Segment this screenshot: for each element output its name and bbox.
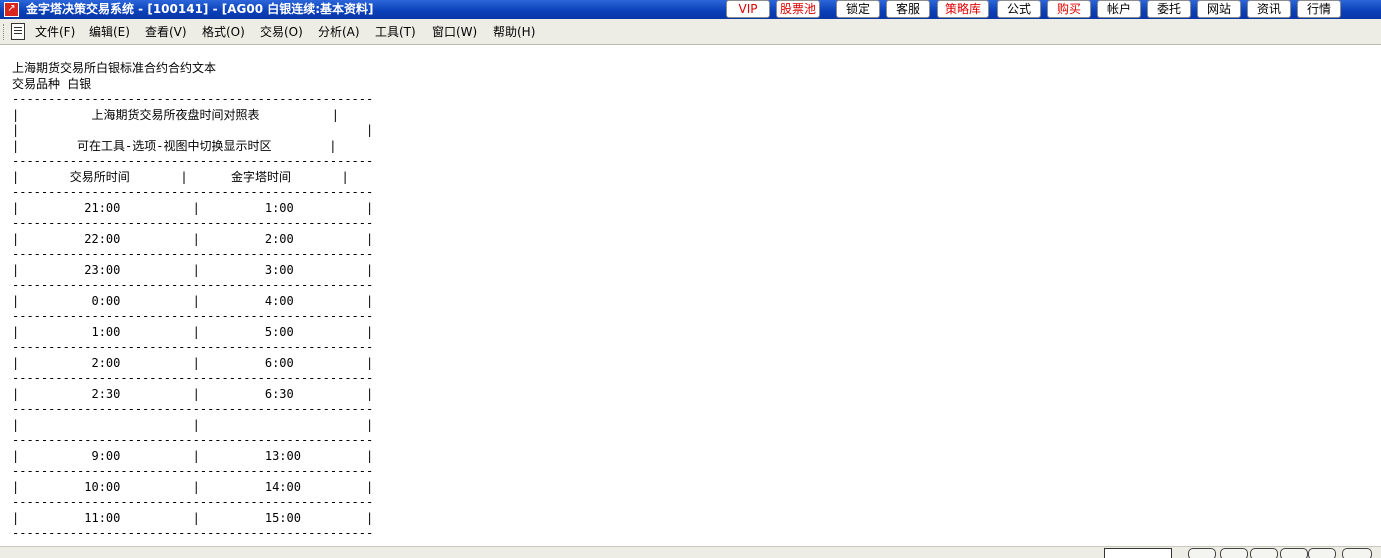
table-row: | 0:00 | 4:00 |	[12, 293, 374, 308]
menu-item-3[interactable]: 格式(O)	[202, 24, 245, 40]
table-row: | | |	[12, 417, 374, 432]
toolbar-button-6[interactable]: 购买	[1047, 0, 1091, 18]
table-subtitle: | 可在工具-选项-视图中切换显示时区 |	[12, 138, 337, 153]
toolbar-button-0[interactable]: VIP	[726, 0, 770, 18]
document-icon[interactable]	[11, 23, 25, 40]
table-row: | 2:00 | 6:00 |	[12, 355, 374, 370]
table-separator: ----------------------------------------…	[12, 526, 374, 540]
toolbar-button-2[interactable]: 锁定	[836, 0, 880, 18]
menu-item-0[interactable]: 文件(F)	[35, 24, 75, 40]
table-row: | 10:00 | 14:00 |	[12, 479, 374, 494]
status-control-2[interactable]	[1220, 548, 1248, 558]
table-separator: ----------------------------------------…	[12, 92, 374, 106]
status-input-field[interactable]	[1104, 548, 1172, 558]
table-blank-row: | |	[12, 123, 374, 137]
table-row: | 21:00 | 1:00 |	[12, 200, 374, 215]
table-separator: ----------------------------------------…	[12, 247, 374, 261]
table-row: | 11:00 | 15:00 |	[12, 510, 374, 525]
menu-item-4[interactable]: 交易(O)	[260, 24, 303, 40]
table-separator: ----------------------------------------…	[12, 154, 374, 168]
table-row: | 9:00 | 13:00 |	[12, 448, 374, 463]
menu-bar: 文件(F) 编辑(E) 查看(V) 格式(O) 交易(O) 分析(A) 工具(T) 窗口(W)…	[0, 19, 1381, 45]
table-row: | 2:30 | 6:30 |	[12, 386, 374, 401]
status-control-3[interactable]	[1250, 548, 1278, 558]
menu-item-6[interactable]: 工具(T)	[375, 24, 416, 40]
menu-item-7[interactable]: 窗口(W)	[432, 24, 477, 40]
status-control-1[interactable]	[1188, 548, 1216, 558]
table-separator: ----------------------------------------…	[12, 216, 374, 230]
document-heading: 上海期货交易所白银标准合约合约文本	[12, 61, 217, 75]
menu-item-8[interactable]: 帮助(H)	[493, 24, 535, 40]
table-separator: ----------------------------------------…	[12, 340, 374, 354]
table-separator: ----------------------------------------…	[12, 402, 374, 416]
table-separator: ----------------------------------------…	[12, 185, 374, 199]
table-separator: ----------------------------------------…	[12, 495, 374, 509]
window-title: 金字塔决策交易系统 - [100141] - [AG00 白银连续:基本资料]	[26, 2, 374, 16]
toolbar-button-1[interactable]: 股票池	[776, 0, 820, 18]
status-control-4[interactable]	[1280, 548, 1308, 558]
toolbar-button-3[interactable]: 客服	[886, 0, 930, 18]
resize-grip-icon[interactable]	[1342, 548, 1372, 558]
table-row: | 23:00 | 3:00 |	[12, 262, 374, 277]
status-control-5[interactable]	[1308, 548, 1336, 558]
toolbar-button-11[interactable]: 行情	[1297, 0, 1341, 18]
table-row: | 1:00 | 5:00 |	[12, 324, 374, 339]
table-row: | 22:00 | 2:00 |	[12, 231, 374, 246]
table-separator: ----------------------------------------…	[12, 278, 374, 292]
menu-item-5[interactable]: 分析(A)	[318, 24, 360, 40]
table-separator: ----------------------------------------…	[12, 464, 374, 478]
table-separator: ----------------------------------------…	[12, 433, 374, 447]
toolbar-grip-handle[interactable]	[3, 24, 6, 40]
document-view[interactable]: 上海期货交易所白银标准合约合约文本 交易品种 白银 --------------…	[0, 46, 1381, 546]
table-separator: ----------------------------------------…	[12, 371, 374, 385]
toolbar-button-4[interactable]: 策略库	[937, 0, 989, 18]
variety-label: 交易品种 白银	[12, 76, 92, 91]
table-title: | 上海期货交易所夜盘时间对照表 |	[12, 107, 339, 122]
table-header-row: | 交易所时间 | 金字塔时间 |	[12, 169, 349, 184]
app-logo-icon: ↗	[4, 2, 19, 17]
status-bar	[0, 546, 1381, 558]
contract-text: 上海期货交易所白银标准合约合约文本 交易品种 白银 --------------…	[12, 61, 373, 542]
toolbar-button-9[interactable]: 网站	[1197, 0, 1241, 18]
title-bar[interactable]: ↗ 金字塔决策交易系统 - [100141] - [AG00 白银连续:基本资料…	[0, 0, 1381, 19]
menu-item-2[interactable]: 查看(V)	[145, 24, 187, 40]
toolbar-button-5[interactable]: 公式	[997, 0, 1041, 18]
night-session-time-table: ----------------------------------------…	[12, 92, 373, 542]
toolbar-button-8[interactable]: 委托	[1147, 0, 1191, 18]
table-separator: ----------------------------------------…	[12, 309, 374, 323]
toolbar-button-7[interactable]: 帐户	[1097, 0, 1141, 18]
toolbar-button-10[interactable]: 资讯	[1247, 0, 1291, 18]
menu-item-1[interactable]: 编辑(E)	[89, 24, 130, 40]
